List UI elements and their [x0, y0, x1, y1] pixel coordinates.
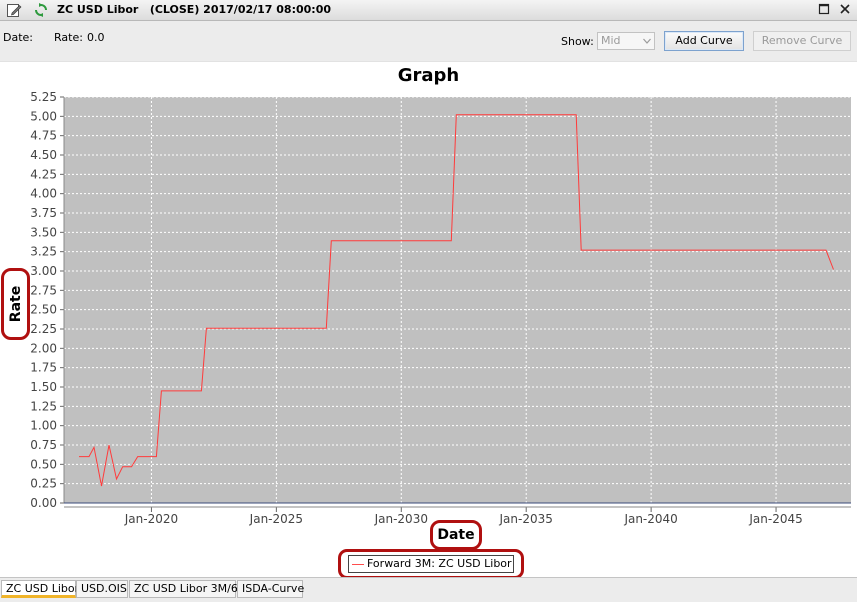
- legend-label: Forward 3M: ZC USD Libor: [367, 557, 512, 570]
- tab-isda-curve[interactable]: ISDA-Curve: [237, 580, 304, 598]
- x-tick-label: Jan-2040: [623, 512, 677, 526]
- x-tick-label: Jan-2030: [374, 512, 428, 526]
- y-tick-label: 2.00: [30, 341, 57, 355]
- tab-usd-ois[interactable]: USD.OIS: [76, 580, 128, 598]
- x-tick-label: Jan-2045: [748, 512, 802, 526]
- y-tick-label: 2.75: [30, 283, 57, 297]
- y-tick-label: 1.00: [30, 419, 57, 433]
- y-tick-label: 3.00: [30, 264, 57, 278]
- y-axis-label: Rate: [1, 268, 30, 340]
- x-tick-label: Jan-2035: [499, 512, 553, 526]
- y-tick-label: 4.25: [30, 167, 57, 181]
- x-axis-label: Date: [430, 520, 482, 550]
- y-tick-label: 3.75: [30, 206, 57, 220]
- plot-area: [64, 97, 851, 503]
- y-tick-label: 0.25: [30, 477, 57, 491]
- legend-item: Forward 3M: ZC USD Libor: [348, 555, 514, 573]
- x-axis-label-text: Date: [437, 527, 475, 543]
- y-tick-label: 4.00: [30, 187, 57, 201]
- y-tick-label: 2.50: [30, 303, 57, 317]
- y-tick-label: 1.25: [30, 399, 57, 413]
- y-tick-label: 5.25: [30, 90, 57, 104]
- y-tick-label: 4.50: [30, 148, 57, 162]
- y-tick-label: 0.75: [30, 438, 57, 452]
- y-tick-label: 0.00: [30, 496, 57, 510]
- chart: 0.00 0.25 0.50 0.75 1.00 1.25 1.50 1.75 2.00 2.25…: [30, 90, 851, 526]
- bottom-tab-bar: ZC USD Libor USD.OIS ZC USD Libor 3M/6M …: [0, 577, 857, 602]
- y-axis-label-text: Rate: [7, 285, 24, 323]
- y-tick-label: 1.75: [30, 361, 57, 375]
- y-tick-label: 4.75: [30, 129, 57, 143]
- y-tick-label: 3.25: [30, 245, 57, 259]
- y-tick-label: 5.00: [30, 109, 57, 123]
- y-tick-label: 0.50: [30, 457, 57, 471]
- x-tick-label: Jan-2025: [249, 512, 303, 526]
- y-tick-label: 2.25: [30, 322, 57, 336]
- x-tick-label: Jan-2020: [124, 512, 178, 526]
- tab-zc-usd-libor[interactable]: ZC USD Libor: [1, 580, 79, 598]
- chart-legend: Forward 3M: ZC USD Libor: [338, 549, 524, 579]
- y-tick-label: 1.50: [30, 380, 57, 394]
- tab-zc-usd-libor-3m-6m[interactable]: ZC USD Libor 3M/6M: [129, 580, 247, 598]
- y-tick-label: 3.50: [30, 225, 57, 239]
- legend-swatch: [352, 563, 364, 565]
